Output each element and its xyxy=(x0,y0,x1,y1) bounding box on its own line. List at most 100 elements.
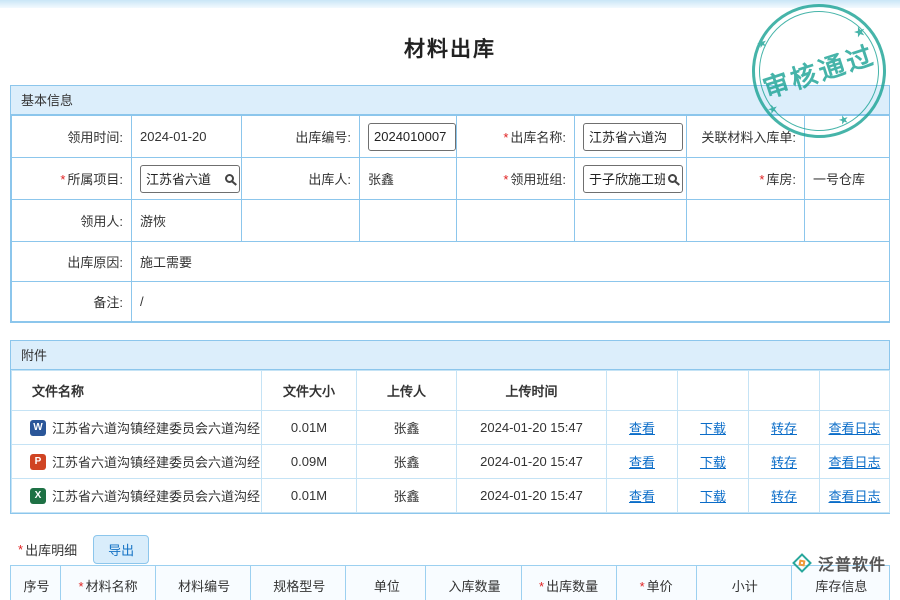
upload-time: 2024-01-20 15:47 xyxy=(457,411,607,445)
page-title: 材料出库 xyxy=(0,33,900,63)
required-mark: * xyxy=(759,172,764,187)
file-size: 0.01M xyxy=(262,411,357,445)
attachments-section: 附件 文件名称 文件大小 上传人 上传时间 xyxy=(10,340,890,514)
upload-time: 2024-01-20 15:47 xyxy=(457,445,607,479)
outbound-no-input[interactable]: 2024010007 xyxy=(368,123,456,151)
file-name: 江苏省六道沟镇经建委员会六道沟经 xyxy=(52,418,260,437)
related-inbound-value xyxy=(805,116,890,158)
required-mark: * xyxy=(503,172,508,187)
attachments-table: 文件名称 文件大小 上传人 上传时间 W江苏省六道沟镇经建委员会六道沟经 0.0… xyxy=(11,370,890,513)
uploader: 张鑫 xyxy=(357,411,457,445)
col-unit: 单位 xyxy=(346,566,426,600)
file-size: 0.09M xyxy=(262,445,357,479)
reason-value: 施工需要 xyxy=(132,242,890,282)
warehouse-label: *库房: xyxy=(687,158,805,200)
col-outbound-qty: *出库数量 xyxy=(521,566,616,600)
remark-label: 备注: xyxy=(12,282,132,322)
basic-info-section: 基本信息 领用时间: 2024-01-20 出库编号: 2024010007 *… xyxy=(10,85,890,323)
empty-cell xyxy=(805,200,890,242)
outbound-no-cell: 2024010007 xyxy=(360,116,457,158)
upload-time: 2024-01-20 15:47 xyxy=(457,479,607,513)
view-link[interactable]: 查看 xyxy=(629,421,655,436)
col-file-size: 文件大小 xyxy=(262,371,357,411)
search-icon[interactable] xyxy=(225,174,234,183)
details-section: * 出库明细 导出 序号 *材料名称 材料编号 规格型号 单位 入库数量 *出库… xyxy=(10,533,890,600)
attachment-row: P 江苏省六道沟镇经建委员会六道沟经 0.09M 张鑫 2024-01-20 15… xyxy=(12,445,890,479)
view-log-link[interactable]: 查看日志 xyxy=(828,489,880,504)
remark-value: / xyxy=(132,282,890,322)
outbound-name-input[interactable]: 江苏省六道沟 xyxy=(583,123,683,151)
outbound-name-label: *出库名称: xyxy=(457,116,575,158)
view-link[interactable]: 查看 xyxy=(629,455,655,470)
material-outbound-page: 材料出库 审核通过 ★ ★ ★ ★ 基本信息 领用时间: 2024-01-20 … xyxy=(0,0,900,600)
file-size: 0.01M xyxy=(262,479,357,513)
col-actions xyxy=(749,371,820,411)
export-button[interactable]: 导出 xyxy=(93,535,149,564)
required-mark: * xyxy=(60,172,65,187)
empty-cell xyxy=(242,200,360,242)
details-title-bar: * 出库明细 导出 xyxy=(10,533,890,565)
recipient-value: 游恢 xyxy=(132,200,242,242)
issuer-value: 张鑫 xyxy=(360,158,457,200)
empty-cell xyxy=(575,200,687,242)
issue-time-label: 领用时间: xyxy=(12,116,132,158)
details-title: 出库明细 xyxy=(25,540,77,559)
col-upload-time: 上传时间 xyxy=(457,371,607,411)
empty-cell xyxy=(457,200,575,242)
basic-info-header: 基本信息 xyxy=(11,86,889,115)
warehouse-value: 一号仓库 xyxy=(805,158,890,200)
col-subtotal: 小计 xyxy=(696,566,791,600)
view-log-link[interactable]: 查看日志 xyxy=(828,455,880,470)
transfer-link[interactable]: 转存 xyxy=(771,489,797,504)
col-inbound-qty: 入库数量 xyxy=(426,566,521,600)
uploader: 张鑫 xyxy=(357,479,457,513)
brand-name: 泛普软件 xyxy=(818,551,886,575)
outbound-no-label: 出库编号: xyxy=(242,116,360,158)
col-material-no: 材料编号 xyxy=(156,566,251,600)
empty-cell xyxy=(360,200,457,242)
download-link[interactable]: 下载 xyxy=(700,455,726,470)
transfer-link[interactable]: 转存 xyxy=(771,421,797,436)
team-input[interactable]: 于子欣施工班 xyxy=(583,165,683,193)
related-inbound-label: 关联材料入库单: xyxy=(687,116,805,158)
col-unit-price: *单价 xyxy=(616,566,696,600)
word-file-icon: W xyxy=(30,420,46,436)
required-mark: * xyxy=(18,542,23,557)
download-link[interactable]: 下载 xyxy=(700,489,726,504)
search-icon[interactable] xyxy=(668,174,677,183)
team-cell: 于子欣施工班 xyxy=(575,158,687,200)
issuer-label: 出库人: xyxy=(242,158,360,200)
excel-file-icon: X xyxy=(30,488,46,504)
attachment-row: X 江苏省六道沟镇经建委员会六道沟经 0.01M 张鑫 2024-01-20 15… xyxy=(12,479,890,513)
col-seq: 序号 xyxy=(11,566,61,600)
project-cell: 江苏省六道 xyxy=(132,158,242,200)
attachment-row: W 江苏省六道沟镇经建委员会六道沟经 0.01M 张鑫 2024-01-20 15… xyxy=(12,411,890,445)
col-spec-model: 规格型号 xyxy=(251,566,346,600)
transfer-link[interactable]: 转存 xyxy=(771,455,797,470)
view-log-link[interactable]: 查看日志 xyxy=(828,421,880,436)
col-material-name: *材料名称 xyxy=(61,566,156,600)
col-uploader: 上传人 xyxy=(357,371,457,411)
project-label: *所属项目: xyxy=(12,158,132,200)
required-mark: * xyxy=(503,130,508,145)
col-actions xyxy=(678,371,749,411)
reason-label: 出库原因: xyxy=(12,242,132,282)
project-input[interactable]: 江苏省六道 xyxy=(140,165,240,193)
brand-logo: 泛普软件 xyxy=(792,551,886,575)
basic-info-form: 领用时间: 2024-01-20 出库编号: 2024010007 *出库名称:… xyxy=(11,115,890,322)
top-gradient-bar xyxy=(0,0,900,8)
file-name: 江苏省六道沟镇经建委员会六道沟经 xyxy=(52,452,260,471)
view-link[interactable]: 查看 xyxy=(629,489,655,504)
recipient-label: 领用人: xyxy=(12,200,132,242)
empty-cell xyxy=(687,200,805,242)
download-link[interactable]: 下载 xyxy=(700,421,726,436)
ppt-file-icon: P xyxy=(30,454,46,470)
issue-time-value: 2024-01-20 xyxy=(132,116,242,158)
col-actions xyxy=(607,371,678,411)
uploader: 张鑫 xyxy=(357,445,457,479)
col-actions xyxy=(820,371,890,411)
fanpu-logo-icon xyxy=(792,553,812,573)
details-table: 序号 *材料名称 材料编号 规格型号 单位 入库数量 *出库数量 *单价 小计 … xyxy=(10,565,890,600)
attachments-header: 附件 xyxy=(11,341,889,370)
file-name: 江苏省六道沟镇经建委员会六道沟经 xyxy=(52,486,260,505)
